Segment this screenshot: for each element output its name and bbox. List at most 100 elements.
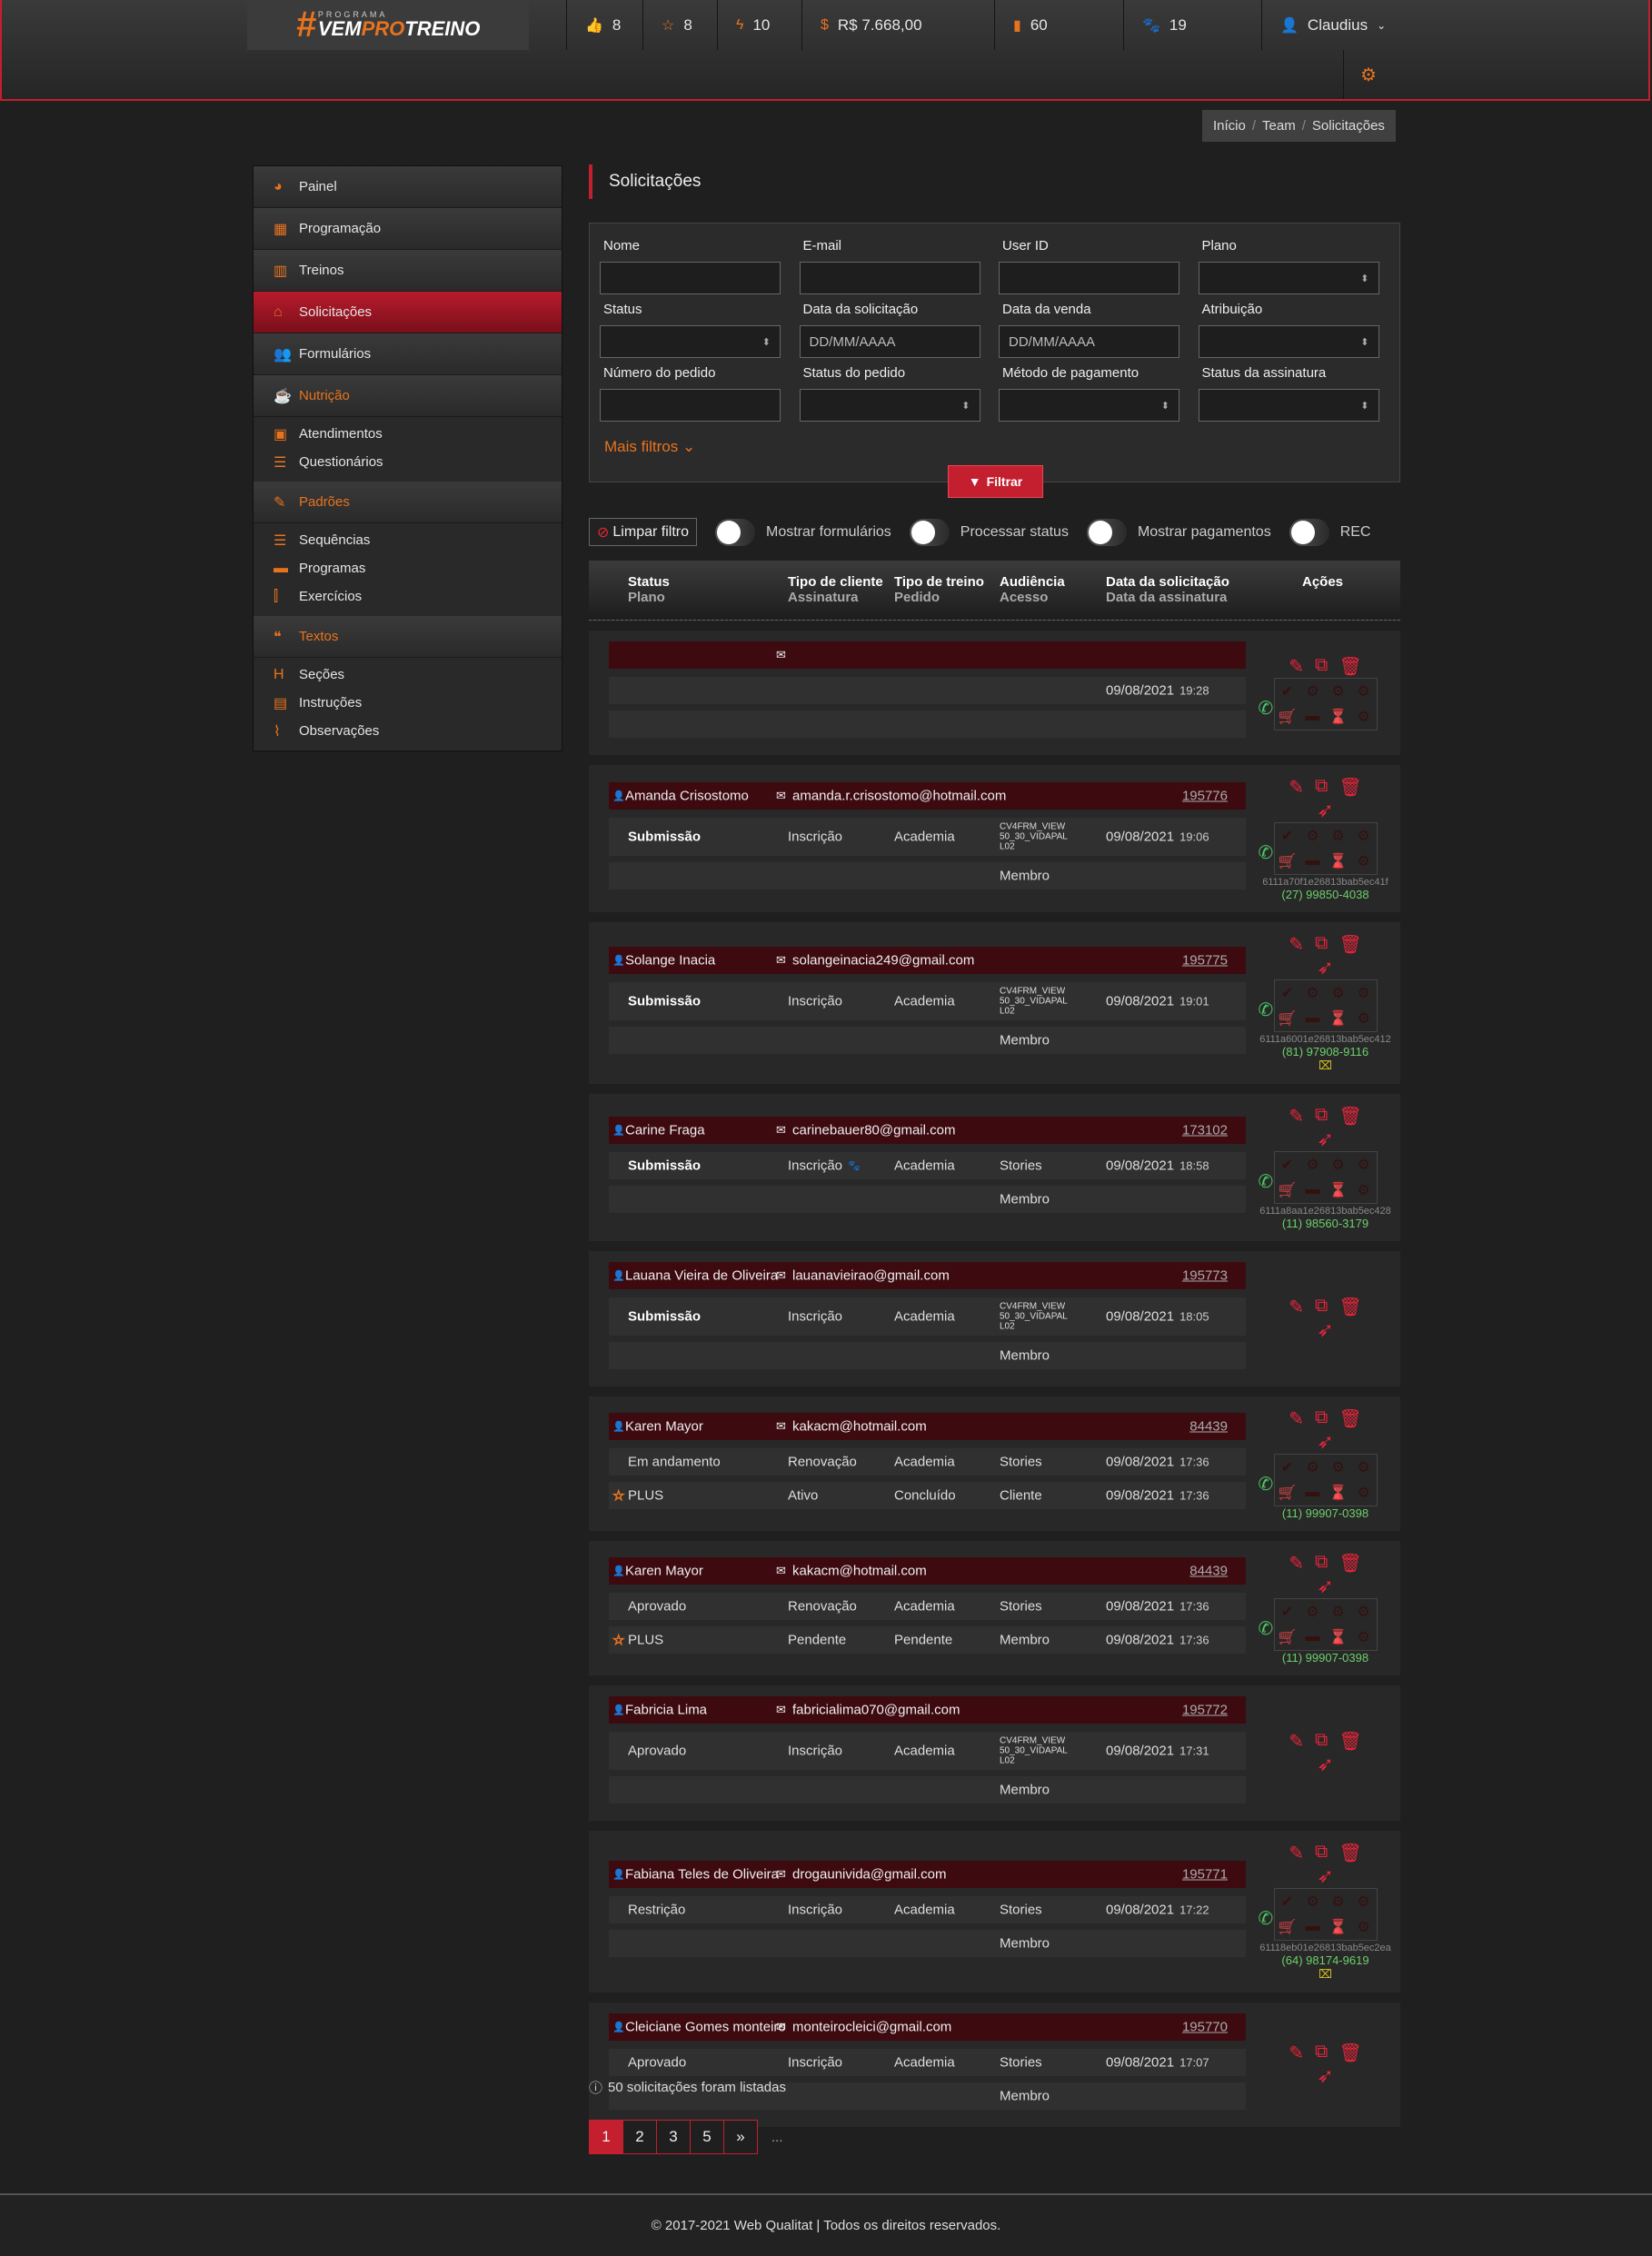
client-email[interactable]: drogaunivida@gmail.com: [792, 1866, 946, 1882]
order-number[interactable]: 173102: [1182, 1122, 1228, 1138]
sidebar-item-formulários[interactable]: 👥 Formulários: [254, 333, 562, 375]
whatsapp-icon[interactable]: ✆: [1259, 1170, 1274, 1193]
check-double-icon[interactable]: ✔: [1281, 682, 1293, 701]
gear-icon[interactable]: ⚙: [1306, 984, 1319, 1002]
whatsapp-icon[interactable]: ✆: [1259, 1473, 1274, 1496]
logo[interactable]: # PROGRAMA VEMPROTREINO: [247, 0, 529, 50]
rocket-icon[interactable]: ➶: [1317, 1575, 1333, 1598]
hourglass-icon[interactable]: ⌛: [1329, 1009, 1348, 1028]
copy-icon[interactable]: ⧉: [1315, 1730, 1328, 1753]
input-nome[interactable]: [600, 262, 781, 294]
column-header[interactable]: Ações: [1302, 574, 1343, 590]
order-number[interactable]: 195771: [1182, 1866, 1228, 1882]
order-number[interactable]: 84439: [1189, 1418, 1228, 1434]
gear-icon[interactable]: ⚙: [1357, 1156, 1369, 1174]
phone-number[interactable]: (64) 98174-9619: [1281, 1953, 1368, 1967]
client-name[interactable]: Carine Fraga: [625, 1122, 705, 1138]
select-atribuição[interactable]: [1198, 325, 1379, 358]
page-1[interactable]: 1: [589, 2120, 623, 2154]
check-double-icon[interactable]: ✔: [1281, 1156, 1293, 1174]
client-email[interactable]: fabricialima070@gmail.com: [792, 1703, 960, 1718]
breadcrumb-team[interactable]: Team: [1262, 118, 1296, 134]
sidebar-group-nutrição[interactable]: ☕ Nutrição: [254, 375, 562, 417]
client-name[interactable]: Cleiciane Gomes monteiro: [625, 2020, 786, 2035]
gear-icon[interactable]: ⚙: [1357, 1918, 1369, 1936]
phone-number[interactable]: (11) 98560-3179: [1282, 1217, 1368, 1230]
edit-icon[interactable]: ✎: [1289, 1407, 1304, 1430]
order-number[interactable]: 195776: [1182, 788, 1228, 803]
page-next[interactable]: »: [723, 2120, 758, 2154]
sidebar-item-treinos[interactable]: ▥ Treinos: [254, 250, 562, 292]
money-icon[interactable]: ▬: [1306, 1182, 1320, 1198]
stat-money[interactable]: $ R$ 7.668,00: [801, 0, 994, 50]
stat-file[interactable]: ▮ 60: [994, 0, 1123, 50]
gear-icon[interactable]: ⚙: [1357, 1603, 1369, 1621]
page-3[interactable]: 3: [656, 2120, 691, 2154]
sidebar-item-instruções[interactable]: ▤ Instruções: [254, 689, 562, 717]
order-number[interactable]: 195770: [1182, 2020, 1228, 2035]
cart-icon[interactable]: 🛒: [1279, 708, 1297, 726]
check-double-icon[interactable]: ✔: [1281, 1893, 1293, 1911]
column-header[interactable]: Tipo de cliente Assinatura: [788, 574, 883, 605]
client-email[interactable]: solangeinacia249@gmail.com: [792, 952, 974, 968]
hourglass-icon[interactable]: ⌛: [1329, 1181, 1348, 1199]
money-icon[interactable]: ▬: [1306, 1010, 1320, 1027]
cart-icon[interactable]: 🛒: [1279, 852, 1297, 870]
clear-filter-button[interactable]: ⊘ Limpar filtro: [589, 518, 697, 546]
gear-icon[interactable]: ⚙: [1357, 827, 1369, 845]
sidebar-item-observações[interactable]: ⌇ Observações: [254, 717, 562, 745]
sidebar-item-atendimentos[interactable]: ▣ Atendimentos: [254, 420, 562, 448]
select-plano[interactable]: [1198, 262, 1379, 294]
gear-icon[interactable]: ⚙: [1306, 827, 1319, 845]
check-double-icon[interactable]: ✔: [1281, 984, 1293, 1002]
edit-icon[interactable]: ✎: [1289, 1296, 1304, 1318]
gear-icon[interactable]: ⚙: [1357, 1181, 1369, 1199]
column-header[interactable]: Data da solicitação Data da assinatura: [1106, 574, 1229, 605]
client-email[interactable]: kakacm@hotmail.com: [792, 1418, 927, 1434]
stat-paw[interactable]: 🐾 19: [1123, 0, 1261, 50]
gear-icon[interactable]: ⚙: [1306, 682, 1319, 701]
gear-icon[interactable]: ⚙: [1357, 852, 1369, 870]
client-name[interactable]: Amanda Crisostomo: [625, 788, 749, 803]
copy-icon[interactable]: ⧉: [1315, 655, 1328, 678]
select-método-de-pagamento[interactable]: [999, 389, 1179, 422]
copy-icon[interactable]: ⧉: [1315, 776, 1328, 799]
filter-button[interactable]: ▼ Filtrar: [948, 465, 1043, 498]
breadcrumb-home[interactable]: Início: [1213, 118, 1246, 134]
copy-icon[interactable]: ⧉: [1315, 1407, 1328, 1430]
client-name[interactable]: Karen Mayor: [625, 1563, 703, 1578]
hourglass-icon[interactable]: ⌛: [1329, 852, 1348, 870]
copy-icon[interactable]: ⧉: [1315, 1105, 1328, 1128]
money-icon[interactable]: ▬: [1306, 853, 1320, 870]
gear-icon[interactable]: ⚙: [1357, 1458, 1369, 1476]
hourglass-icon[interactable]: ⌛: [1329, 708, 1348, 726]
toggle-processar-status[interactable]: [909, 518, 950, 546]
client-name[interactable]: Fabiana Teles de Oliveira: [625, 1866, 779, 1882]
trash-icon[interactable]: 🗑: [1339, 776, 1361, 799]
sidebar-item-questionários[interactable]: ☰ Questionários: [254, 448, 562, 476]
gear-icon[interactable]: ⚙: [1331, 682, 1344, 701]
cart-icon[interactable]: 🛒: [1279, 1918, 1297, 1936]
edit-icon[interactable]: ✎: [1289, 1730, 1304, 1753]
money-icon[interactable]: ▬: [1306, 1919, 1320, 1935]
rocket-icon[interactable]: ➶: [1317, 1864, 1333, 1888]
order-number[interactable]: 84439: [1189, 1563, 1228, 1578]
trash-icon[interactable]: 🗑: [1339, 1407, 1361, 1430]
client-email[interactable]: monteirocleici@gmail.com: [792, 2020, 951, 2035]
column-header[interactable]: Audiência Acesso: [1000, 574, 1065, 605]
client-email[interactable]: kakacm@hotmail.com: [792, 1563, 927, 1578]
hourglass-icon[interactable]: ⌛: [1329, 1628, 1348, 1646]
stat-star[interactable]: ☆ 8: [642, 0, 717, 50]
money-icon[interactable]: ▬: [1306, 1629, 1320, 1645]
gear-icon[interactable]: ⚙: [1306, 1458, 1319, 1476]
sidebar-item-sequências[interactable]: ☰ Sequências: [254, 526, 562, 554]
input-user-id[interactable]: [999, 262, 1179, 294]
gear-icon[interactable]: ⚙: [1357, 984, 1369, 1002]
client-name[interactable]: Lauana Vieira de Oliveira: [625, 1268, 778, 1284]
edit-icon[interactable]: ✎: [1289, 1842, 1304, 1864]
rocket-icon[interactable]: ➶: [1317, 956, 1333, 979]
sidebar-item-painel[interactable]: ◕ Painel: [254, 166, 562, 208]
copy-icon[interactable]: ⧉: [1315, 1552, 1328, 1575]
gear-icon[interactable]: ⚙: [1331, 827, 1344, 845]
client-name[interactable]: Karen Mayor: [625, 1418, 703, 1434]
